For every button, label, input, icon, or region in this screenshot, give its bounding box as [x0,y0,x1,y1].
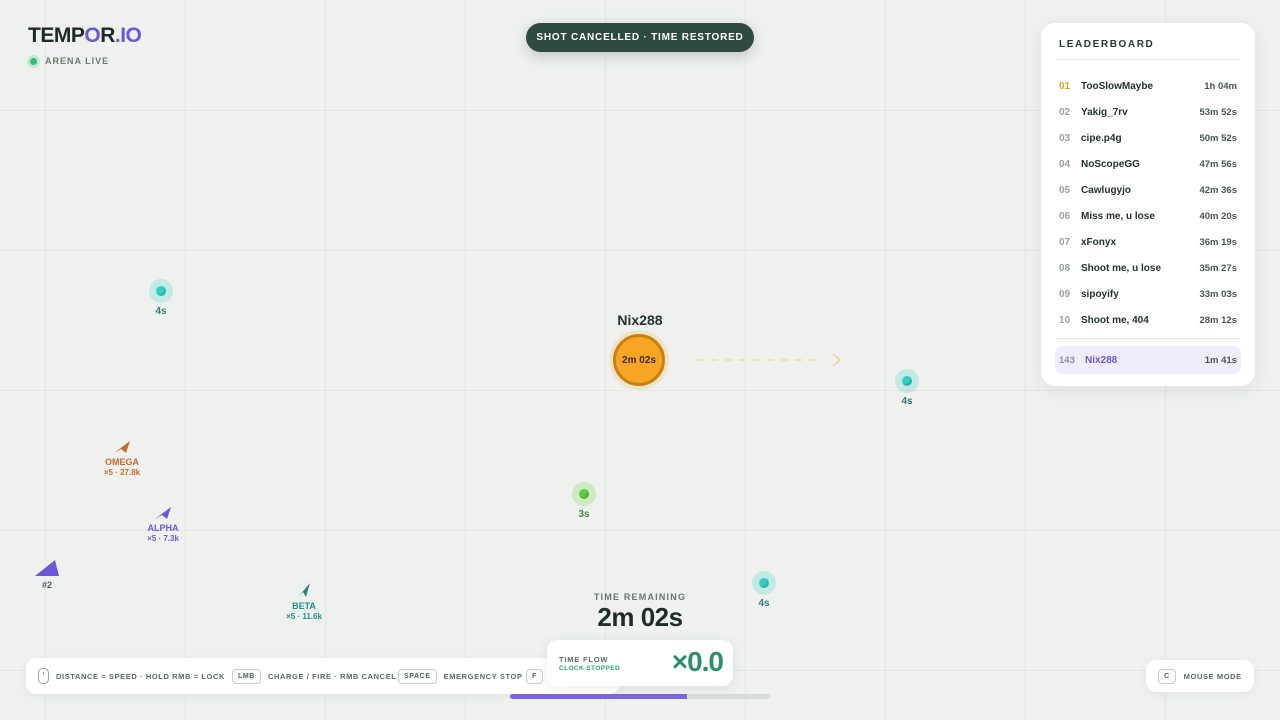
leaderboard-title: LEADERBOARD [1059,39,1155,50]
leaderboard-row: 05 Cawlugyjo 42m 36s [1059,184,1237,196]
time-flow-value: ×0.0 [671,646,724,677]
enemy-alpha: ALPHA ×5 · 7.3k [123,505,203,543]
leaderboard-self-row: 143 Nix288 1m 41s [1055,346,1241,374]
hint-stop: SPACE EMERGENCY STOP [398,658,523,694]
arena-status: ARENA LIVE [30,56,109,66]
hint-move: DISTANCE = SPEED · HOLD RMB = LOCK [38,658,225,694]
player-timer: 2m 02s [622,354,656,366]
notification-toast: SHOT CANCELLED · TIME RESTORED [526,23,754,52]
leaderboard-row: 03 cipe.p4g 50m 52s [1059,132,1237,144]
time-remaining-label: TIME REMAINING [593,592,687,602]
enemy-arrow-icon [298,583,310,597]
leaderboard-row: 06 Miss me, u lose 40m 20s [1059,210,1237,222]
time-pickup: 3s [564,482,604,520]
key-lmb: LMB [232,668,261,684]
time-pickup: 4s [141,279,181,317]
controls-hint-bar: DISTANCE = SPEED · HOLD RMB = LOCK LMB C… [26,658,620,694]
leaderboard-panel: LEADERBOARD 01 TooSlowMaybe 1h 04m 02 Yakig… [1041,23,1255,386]
time-pickup: 4s [744,571,784,609]
divider [1055,59,1241,60]
game-logo: TEMPOR.IO [28,24,142,47]
leaderboard-row: 04 NoScopeGG 47m 56s [1059,158,1237,170]
divider [1055,338,1241,339]
time-remaining-value: 2m 02s [597,602,683,632]
time-pickup: 4s [887,369,927,407]
hint-f: F [526,658,543,694]
mouse-icon [38,668,49,684]
leaderboard-row: 10 Shoot me, 404 28m 12s [1059,314,1237,326]
leaderboard-row: 08 Shoot me, u lose 35m 27s [1059,262,1237,274]
time-orb-icon [752,571,776,595]
enemy-omega: OMEGA ×5 · 27.8k [82,439,162,477]
time-orb-icon [895,369,919,393]
key-f: F [526,668,543,684]
mouse-mode-toggle[interactable]: C MOUSE MODE [1146,660,1254,692]
live-dot-icon [30,57,37,65]
enemy-ranked: #2 [7,558,87,590]
time-flow-card: TIME FLOW CLOCK STOPPED ×0.0 [547,640,733,686]
aim-direction-icon [697,353,842,367]
player-name: Nix288 [617,312,663,328]
key-c: C [1158,668,1176,684]
hint-fire: LMB CHARGE / FIRE · RMB CANCEL [232,658,396,694]
leaderboard-row: 07 xFonyx 36m 19s [1059,236,1237,248]
time-orb-icon [149,279,173,303]
time-orb-icon [572,482,596,506]
charge-progress-bar [510,694,770,699]
key-space: SPACE [398,668,437,684]
enemy-arrow-icon [155,507,171,519]
progress-fill [510,694,687,699]
enemy-arrow-icon [35,560,59,576]
leaderboard-row: 01 TooSlowMaybe 1h 04m [1059,80,1237,92]
player-avatar: 2m 02s [613,334,665,386]
leaderboard-row: 09 sipoyify 33m 03s [1059,288,1237,300]
leaderboard-row: 02 Yakig_7rv 53m 52s [1059,106,1237,118]
enemy-beta: BETA ×5 · 11.6k [264,581,344,621]
enemy-arrow-icon [114,441,130,453]
